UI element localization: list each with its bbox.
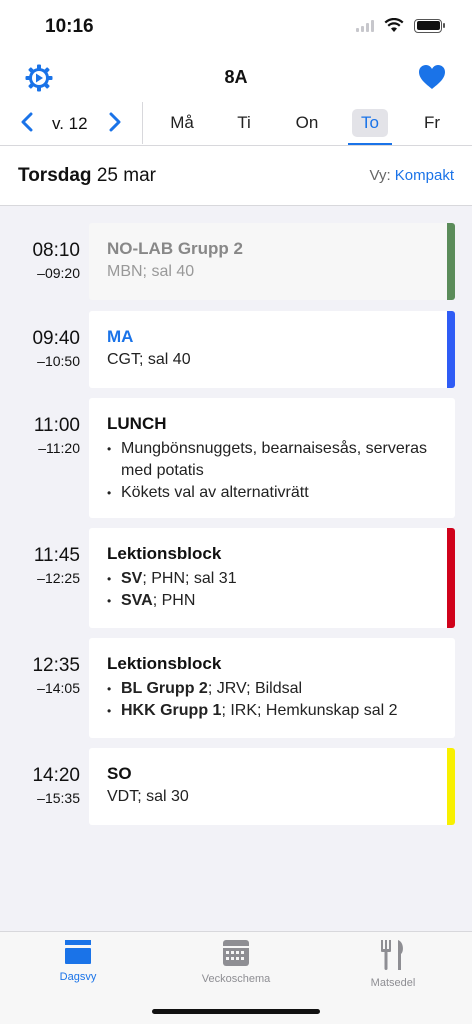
view-mode-toggle[interactable]: Kompakt (395, 167, 454, 184)
next-week-chevron-icon[interactable] (104, 110, 126, 134)
lesson-title: MA (107, 327, 134, 346)
menu-item: Mungbönsnuggets, bearnaisesås, serveras … (107, 438, 437, 482)
lesson-start-time: 12:35 (32, 655, 80, 676)
week-label: v. 12 (52, 114, 88, 133)
navigation-bar: 8A (0, 54, 472, 100)
day-tab-mon[interactable]: Må (164, 109, 200, 137)
lesson-time: 12:35 –14:05 (0, 655, 80, 696)
subject-item: BL Grupp 2; JRV; Bildsal (107, 678, 437, 700)
lesson-title: SO (107, 764, 132, 783)
divider (142, 102, 143, 144)
subject-color-stripe (447, 528, 455, 628)
lesson-end-time: –12:25 (37, 570, 80, 586)
cellular-signal-icon (356, 19, 374, 32)
subject-color-stripe (447, 311, 455, 388)
menu-item: Kökets val av alternativrätt (107, 482, 437, 504)
calendar-week-icon (223, 940, 249, 966)
subject-list: BL Grupp 2; JRV; Bildsal HKK Grupp 1; IR… (107, 678, 437, 722)
status-icons (356, 18, 445, 33)
lesson-card[interactable]: NO-LAB Grupp 2 MBN; sal 40 (89, 223, 455, 300)
lesson-card[interactable]: Lektionsblock SV; PHN; sal 31 SVA; PHN (89, 528, 455, 628)
lesson-time: 14:20 –15:35 (0, 765, 80, 806)
lesson-title: LUNCH (107, 414, 167, 433)
day-tab-wed[interactable]: On (289, 109, 325, 137)
subject-list: SV; PHN; sal 31 SVA; PHN (107, 568, 437, 612)
lesson-card[interactable]: MA CGT; sal 40 (89, 311, 455, 388)
day-view-icon (65, 940, 91, 964)
lesson-detail: CGT; sal 40 (107, 351, 191, 368)
view-prefix: Vy: (369, 167, 391, 184)
lesson-end-time: –09:20 (37, 265, 80, 281)
lunch-card[interactable]: LUNCH Mungbönsnuggets, bearnaisesås, ser… (89, 398, 455, 518)
tab-label: Dagsvy (59, 971, 97, 983)
day-tab-thu[interactable]: To (352, 109, 388, 137)
lesson-title: Lektionsblock (107, 544, 222, 563)
lesson-detail: MBN; sal 40 (107, 263, 195, 280)
lesson-time: 11:00 –11:20 (0, 415, 80, 456)
lesson-time: 09:40 –10:50 (0, 328, 80, 369)
previous-week-chevron-icon[interactable] (16, 110, 38, 134)
subject-color-stripe (447, 223, 455, 300)
day-tab-fri[interactable]: Fr (414, 109, 450, 137)
fork-knife-icon (381, 940, 403, 970)
lesson-end-time: –11:20 (38, 440, 80, 456)
lesson-start-time: 09:40 (32, 328, 80, 349)
date-header: Torsdag 25 mar Vy: Kompakt (0, 146, 472, 206)
lesson-end-time: –15:35 (37, 790, 80, 806)
wifi-icon (384, 18, 404, 32)
lesson-time: 11:45 –12:25 (0, 545, 80, 586)
battery-icon (414, 18, 445, 33)
lesson-card[interactable]: SO VDT; sal 30 (89, 748, 455, 825)
subject-color-stripe (447, 748, 455, 825)
week-selector: v. 12 Må Ti On To Fr (0, 100, 472, 146)
date-weekday: Torsdag (18, 165, 92, 186)
menu-list: Mungbönsnuggets, bearnaisesås, serveras … (107, 438, 437, 504)
tab-label: Veckoschema (201, 973, 271, 985)
day-tab-tue[interactable]: Ti (226, 109, 262, 137)
tab-veckoschema[interactable]: Veckoschema (176, 940, 296, 985)
subject-item: SV; PHN; sal 31 (107, 568, 437, 590)
lesson-start-time: 11:45 (33, 545, 80, 566)
selected-day-indicator (348, 143, 392, 145)
lesson-end-time: –10:50 (37, 353, 80, 369)
lesson-card[interactable]: Lektionsblock BL Grupp 2; JRV; Bildsal H… (89, 638, 455, 738)
favorite-heart-icon[interactable] (417, 62, 447, 92)
view-mode: Vy: Kompakt (370, 167, 455, 184)
lesson-title: NO-LAB Grupp 2 (107, 239, 243, 258)
lesson-start-time: 08:10 (32, 240, 80, 261)
subject-item: HKK Grupp 1; IRK; Hemkunskap sal 2 (107, 700, 437, 722)
lesson-detail: VDT; sal 30 (107, 788, 189, 805)
current-date: Torsdag 25 mar (18, 165, 156, 187)
tab-matsedel[interactable]: Matsedel (333, 940, 453, 989)
status-time: 10:16 (45, 16, 94, 37)
lesson-end-time: –14:05 (37, 680, 80, 696)
status-bar: 10:16 (0, 0, 472, 54)
lesson-start-time: 11:00 (33, 415, 80, 436)
lesson-title: Lektionsblock (107, 654, 222, 673)
tab-label: Matsedel (370, 977, 416, 989)
home-indicator (152, 1009, 320, 1014)
date-day: 25 mar (96, 165, 156, 186)
page-title: 8A (224, 67, 248, 87)
subject-item: SVA; PHN (107, 590, 437, 612)
tab-dagsvy[interactable]: Dagsvy (18, 940, 138, 983)
lesson-time: 08:10 –09:20 (0, 240, 80, 281)
lesson-start-time: 14:20 (32, 765, 80, 786)
